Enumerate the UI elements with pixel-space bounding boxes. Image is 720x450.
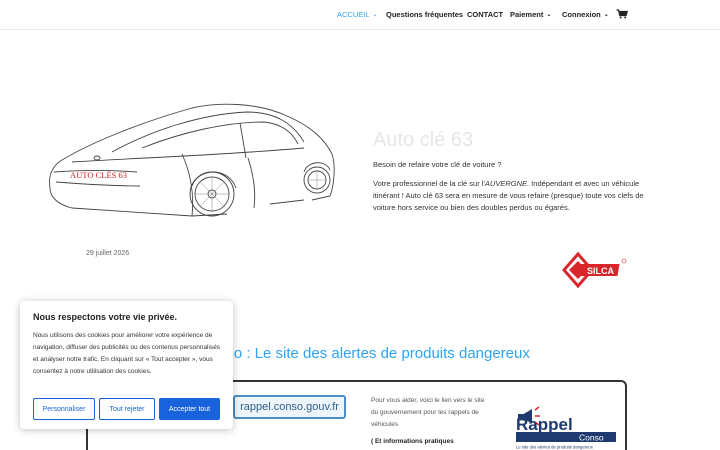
rappel-conso-logo: Rappel Conso Le site des alertes de prod… xyxy=(516,406,616,450)
nav-item-faq[interactable]: Questions fréquentes xyxy=(386,10,463,19)
nav-item-label: Paiement xyxy=(510,10,544,19)
section-title: nso : Le site des alertes de produits da… xyxy=(218,345,530,362)
accept-all-button[interactable]: Accepter tout xyxy=(159,398,220,420)
nav-item-label: Connexion xyxy=(562,10,601,19)
nav-item-label: ACCUEIL xyxy=(337,10,370,19)
nav-item-connexion[interactable]: Connexion ⌄ xyxy=(562,10,609,19)
more-info-link[interactable]: ( Et informations pratiques xyxy=(371,438,454,445)
hero-subtitle: Besoin de refaire votre clé de voiture ? xyxy=(373,160,502,169)
cookie-text: Nous utilisons des cookies pour améliore… xyxy=(33,332,221,375)
rappel-logo-tagline: Le site des alertes de produits dangereu… xyxy=(516,445,594,450)
shopping-cart-icon[interactable] xyxy=(616,9,628,19)
hero-text: Votre professionnel de la clé sur l' xyxy=(373,179,485,188)
nav-item-paiement[interactable]: Paiement ⌄ xyxy=(510,10,551,19)
rappel-logo-main: Rappel xyxy=(516,415,573,434)
nav-item-label: CONTACT xyxy=(467,10,504,19)
silca-logo-text: SILCA xyxy=(587,266,615,276)
car-illustration: AUTO CLÉS 63 xyxy=(49,103,335,217)
chevron-down-icon: ⌄ xyxy=(372,12,378,18)
rappel-link-label: rappel.conso.gouv.fr xyxy=(240,401,339,413)
reject-all-button[interactable]: Tout rejeter xyxy=(99,398,155,420)
top-navigation: ACCUEIL ⌄ Questions fréquentes CONTACT Pa… xyxy=(0,0,720,30)
chevron-down-icon: ⌄ xyxy=(603,12,609,18)
nav-item-accueil[interactable]: ACCUEIL ⌄ xyxy=(337,10,378,19)
nav-item-contact[interactable]: CONTACT xyxy=(467,10,503,19)
post-date: 29 juillet 2026 xyxy=(86,250,130,257)
chevron-down-icon: ⌄ xyxy=(546,12,552,18)
cookie-title: Nous respectons votre vie privée. xyxy=(33,312,178,322)
nav-item-label: Questions fréquentes xyxy=(386,10,464,19)
rappel-link-button[interactable]: rappel.conso.gouv.fr xyxy=(233,395,346,419)
car-plate-text: AUTO CLÉS 63 xyxy=(70,170,127,180)
silca-logo: SILCA xyxy=(562,251,627,289)
region-name: AUVERGNE xyxy=(484,179,528,188)
rappel-help-text: Pour vous aider, voici le lien vers le s… xyxy=(371,397,485,428)
rappel-logo-sub: Conso xyxy=(579,433,604,443)
customize-button[interactable]: Personnaliser xyxy=(33,398,95,420)
hero-description: Votre professionnel de la clé sur l'AUVE… xyxy=(373,178,663,214)
cookie-consent-banner: Nous respectons votre vie privée. Nous u… xyxy=(20,301,233,429)
page-title: Auto clé 63 xyxy=(373,129,474,151)
